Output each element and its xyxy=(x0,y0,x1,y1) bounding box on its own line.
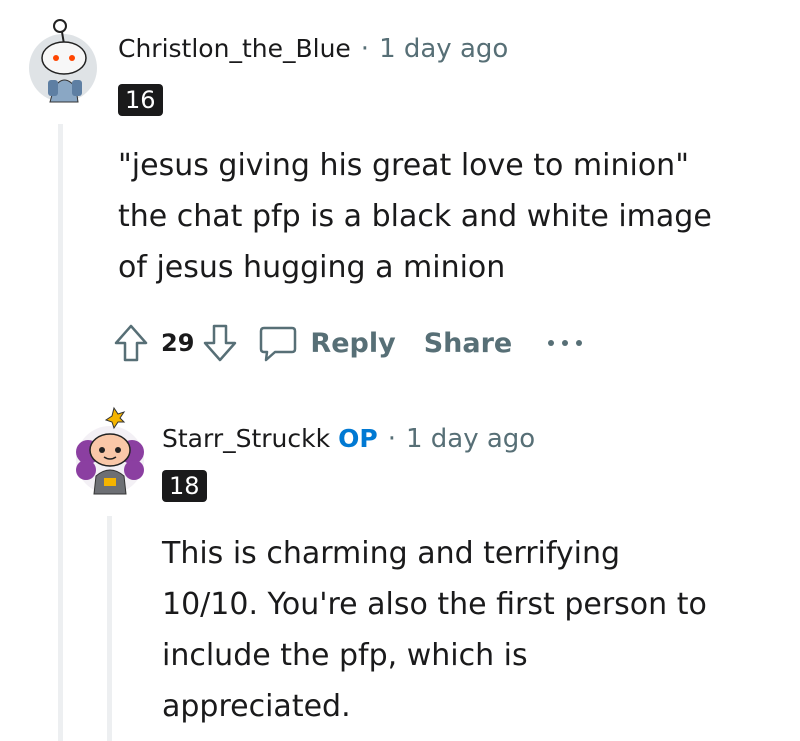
meta-separator: · xyxy=(387,424,396,454)
comment-meta: Christlon_the_Blue · 1 day ago xyxy=(118,34,508,64)
timestamp[interactable]: 1 day ago xyxy=(406,424,535,454)
comment-icon xyxy=(258,323,298,363)
vote-count: 29 xyxy=(161,329,195,357)
avatar[interactable] xyxy=(28,18,98,104)
comment-line: This is charming and terrifying xyxy=(162,536,621,571)
flair-badge: 18 xyxy=(162,470,207,502)
username[interactable]: Christlon_the_Blue xyxy=(118,34,351,63)
thread-line[interactable] xyxy=(58,124,63,741)
comment-line: appreciated. xyxy=(162,689,351,724)
timestamp[interactable]: 1 day ago xyxy=(379,34,508,64)
comment-line: of jesus hugging a minion xyxy=(118,250,506,285)
comment-line: the chat pfp is a black and white image xyxy=(118,199,712,234)
username[interactable]: Starr_Struckk xyxy=(162,424,330,453)
comment-meta: Starr_Struckk OP · 1 day ago xyxy=(162,424,535,454)
comment-body: This is charming and terrifying 10/10. Y… xyxy=(162,528,782,732)
comment-body: "jesus giving his great love to minion" … xyxy=(118,140,778,293)
reply-label: Reply xyxy=(310,327,396,359)
meta-separator: · xyxy=(360,34,370,64)
flair-badge: 16 xyxy=(118,84,163,116)
op-badge: OP xyxy=(338,424,378,453)
comment-line: include the pfp, which is xyxy=(162,638,528,673)
avatar[interactable] xyxy=(74,404,146,496)
reply-button[interactable]: Reply xyxy=(258,323,396,363)
comment-line: "jesus giving his great love to minion" xyxy=(118,148,689,183)
share-button[interactable]: Share xyxy=(424,328,513,359)
thread-line[interactable] xyxy=(107,516,112,741)
comment-thread: Christlon_the_Blue · 1 day ago 16 "jesus… xyxy=(0,0,800,741)
comment-line: 10/10. You're also the first person to xyxy=(162,587,707,622)
downvote-icon[interactable] xyxy=(202,323,238,363)
comment-actions: 29 Reply Share xyxy=(113,318,586,368)
more-icon[interactable] xyxy=(546,337,586,349)
upvote-icon[interactable] xyxy=(113,323,149,363)
